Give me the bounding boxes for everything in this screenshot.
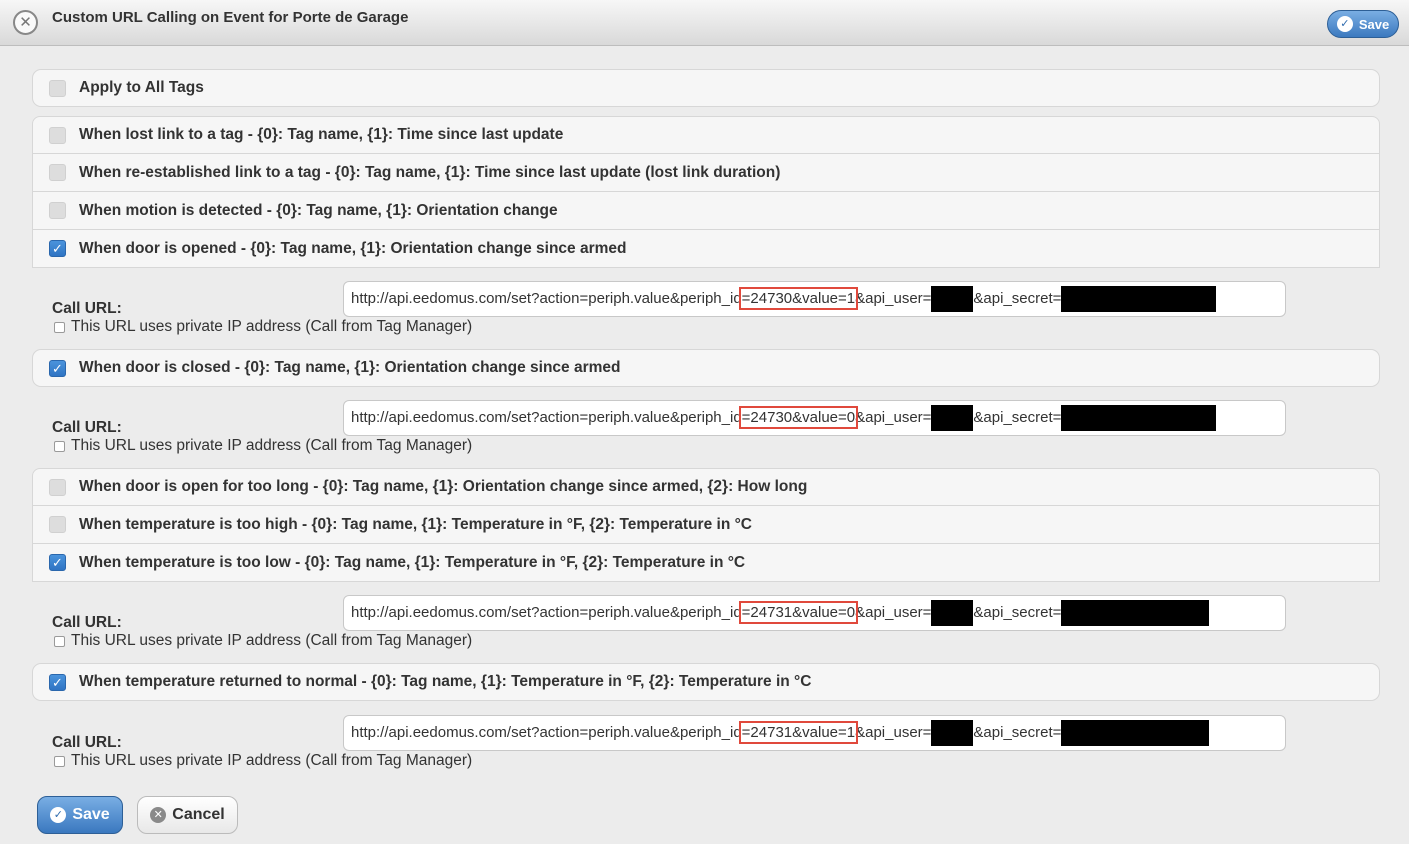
event-label: When temperature is too high - {0}: Tag … xyxy=(79,515,752,533)
private-ip-checkbox[interactable] xyxy=(54,321,65,333)
url-block-door-closed: Call URL: http://api.eedomus.com/set?act… xyxy=(32,397,1380,477)
url-block-door-opened: Call URL: http://api.eedomus.com/set?act… xyxy=(32,278,1380,358)
event-checkbox-temp-too-high[interactable] xyxy=(49,516,66,533)
private-ip-option[interactable]: This URL uses private IP address (Call f… xyxy=(54,318,472,336)
private-ip-label: This URL uses private IP address (Call f… xyxy=(71,437,473,454)
event-row-door-open-too-long[interactable]: When door is open for too long - {0}: Ta… xyxy=(32,468,1380,506)
url-user-part: &api_user= xyxy=(855,409,932,426)
cancel-button[interactable]: ✕ Cancel xyxy=(137,796,238,834)
event-checkbox-motion[interactable] xyxy=(49,202,66,219)
x-circle-icon: ✕ xyxy=(150,807,167,823)
check-circle-icon: ✓ xyxy=(1336,16,1353,32)
private-ip-checkbox[interactable] xyxy=(54,755,65,767)
event-checkbox-lost-link[interactable] xyxy=(49,126,66,144)
event-label: When door is closed - {0}: Tag name, {1}… xyxy=(79,359,621,376)
redacted-user xyxy=(931,720,974,747)
event-label: When door is open for too long - {0}: Ta… xyxy=(79,478,808,495)
event-label: When temperature is too low - {0}: Tag n… xyxy=(79,553,746,571)
event-row-temp-too-low[interactable]: When temperature is too low - {0}: Tag n… xyxy=(32,544,1380,582)
top-save-label: Save xyxy=(1358,16,1390,32)
url-user-part: &api_user= xyxy=(855,290,932,307)
event-label: When lost link to a tag - {0}: Tag name,… xyxy=(79,126,564,143)
cancel-label: Cancel xyxy=(172,806,225,823)
check-circle-icon: ✓ xyxy=(50,807,67,823)
call-url-input[interactable]: http://api.eedomus.com/set?action=periph… xyxy=(343,400,1286,436)
apply-all-row[interactable]: Apply to All Tags xyxy=(32,69,1380,107)
redacted-user xyxy=(931,286,974,313)
event-label: When temperature returned to normal - {0… xyxy=(79,673,812,690)
event-checkbox-temp-too-low[interactable] xyxy=(49,554,66,571)
url-secret-part: &api_secret= xyxy=(973,409,1062,426)
url-prefix: http://api.eedomus.com/set?action=periph… xyxy=(351,724,742,741)
url-user-part: &api_user= xyxy=(855,604,932,621)
save-label: Save xyxy=(72,806,110,823)
dialog-title: Custom URL Calling on Event for Porte de… xyxy=(52,9,409,26)
apply-all-checkbox[interactable] xyxy=(49,79,66,97)
event-row-door-closed[interactable]: When door is closed - {0}: Tag name, {1}… xyxy=(32,349,1380,387)
event-row-reestablished-link[interactable]: When re-established link to a tag - {0}:… xyxy=(32,154,1380,192)
url-block-temp-too-low: Call URL: http://api.eedomus.com/set?act… xyxy=(32,592,1380,672)
private-ip-label: This URL uses private IP address (Call f… xyxy=(71,632,473,649)
url-highlight: =24731&value=1 xyxy=(738,721,859,744)
event-row-door-opened[interactable]: When door is opened - {0}: Tag name, {1}… xyxy=(32,230,1380,268)
url-secret-part: &api_secret= xyxy=(973,604,1062,621)
apply-all-label: Apply to All Tags xyxy=(79,79,204,96)
redacted-secret xyxy=(1061,600,1210,627)
dialog-titlebar: ✕ Custom URL Calling on Event for Porte … xyxy=(0,0,1409,46)
private-ip-option[interactable]: This URL uses private IP address (Call f… xyxy=(54,632,472,650)
redacted-secret xyxy=(1061,286,1217,313)
redacted-user xyxy=(931,600,974,627)
url-prefix: http://api.eedomus.com/set?action=periph… xyxy=(351,290,742,307)
redacted-secret xyxy=(1061,405,1217,432)
event-label: When door is opened - {0}: Tag name, {1}… xyxy=(79,239,627,257)
call-url-input[interactable]: http://api.eedomus.com/set?action=periph… xyxy=(343,281,1286,317)
url-secret-part: &api_secret= xyxy=(973,724,1062,741)
call-url-label: Call URL: xyxy=(52,300,122,317)
private-ip-checkbox[interactable] xyxy=(54,440,65,452)
event-row-temp-too-high[interactable]: When temperature is too high - {0}: Tag … xyxy=(32,506,1380,544)
event-checkbox-door-closed[interactable] xyxy=(49,359,66,377)
event-row-lost-link[interactable]: When lost link to a tag - {0}: Tag name,… xyxy=(32,116,1380,154)
private-ip-checkbox[interactable] xyxy=(54,635,65,647)
url-prefix: http://api.eedomus.com/set?action=periph… xyxy=(351,604,742,621)
event-checkbox-door-open-too-long[interactable] xyxy=(49,478,66,496)
url-block-temp-normal: Call URL: http://api.eedomus.com/set?act… xyxy=(32,712,1380,792)
call-url-label: Call URL: xyxy=(52,419,122,436)
event-row-temp-normal[interactable]: When temperature returned to normal - {0… xyxy=(32,663,1380,701)
redacted-user xyxy=(931,405,974,432)
event-checkbox-temp-normal[interactable] xyxy=(49,673,66,691)
redacted-secret xyxy=(1061,720,1210,747)
call-url-label: Call URL: xyxy=(52,734,122,751)
url-prefix: http://api.eedomus.com/set?action=periph… xyxy=(351,409,742,426)
url-secret-part: &api_secret= xyxy=(973,290,1062,307)
private-ip-option[interactable]: This URL uses private IP address (Call f… xyxy=(54,752,472,770)
url-highlight: =24730&value=0 xyxy=(738,406,859,429)
event-label: When motion is detected - {0}: Tag name,… xyxy=(79,201,558,219)
close-icon[interactable]: ✕ xyxy=(13,10,38,35)
event-row-motion[interactable]: When motion is detected - {0}: Tag name,… xyxy=(32,192,1380,230)
call-url-input[interactable]: http://api.eedomus.com/set?action=periph… xyxy=(343,595,1286,631)
private-ip-label: This URL uses private IP address (Call f… xyxy=(71,318,473,335)
event-label: When re-established link to a tag - {0}:… xyxy=(79,163,781,181)
event-checkbox-reestablished-link[interactable] xyxy=(49,164,66,181)
save-button[interactable]: ✓ Save xyxy=(37,796,123,834)
url-user-part: &api_user= xyxy=(855,724,932,741)
private-ip-label: This URL uses private IP address (Call f… xyxy=(71,752,473,769)
event-checkbox-door-opened[interactable] xyxy=(49,240,66,257)
url-highlight: =24730&value=1 xyxy=(738,287,859,310)
call-url-input[interactable]: http://api.eedomus.com/set?action=periph… xyxy=(343,715,1286,751)
private-ip-option[interactable]: This URL uses private IP address (Call f… xyxy=(54,437,472,455)
call-url-label: Call URL: xyxy=(52,614,122,631)
url-highlight: =24731&value=0 xyxy=(738,601,859,624)
top-save-button[interactable]: ✓ Save xyxy=(1327,10,1399,38)
